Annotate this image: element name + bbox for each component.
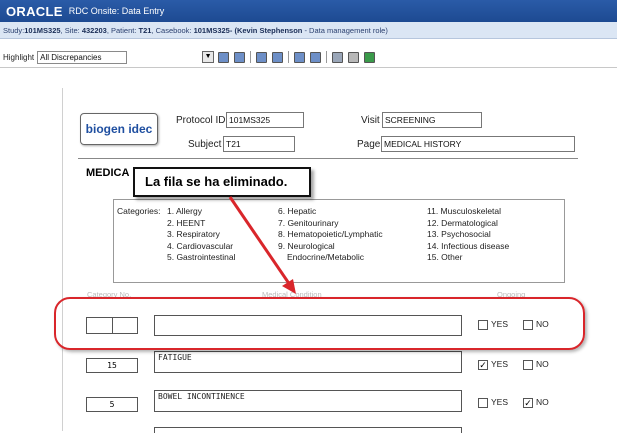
category-item: 12. Dermatological bbox=[427, 217, 498, 228]
category-item: 4. Cardiovascular bbox=[167, 240, 234, 251]
toolbar-separator bbox=[288, 51, 290, 63]
dropdown-arrow-icon[interactable]: ▼ bbox=[202, 51, 215, 63]
yes-label: YES bbox=[491, 359, 509, 369]
print-icon[interactable] bbox=[348, 51, 360, 63]
category-item: 11. Musculoskeletal bbox=[427, 206, 502, 216]
category-item: 15. Other bbox=[427, 252, 463, 263]
category-number-field[interactable]: 5 bbox=[86, 397, 138, 412]
validate-icon[interactable] bbox=[294, 51, 306, 63]
study-info-part: Study: bbox=[3, 26, 25, 35]
protocol-field[interactable]: 101MS325 bbox=[226, 112, 304, 128]
study-info-part: , Site: bbox=[60, 26, 82, 35]
verify-icon[interactable] bbox=[310, 51, 322, 63]
study-info-part: , Casebook: bbox=[151, 26, 194, 35]
subject-label: Subject bbox=[188, 139, 222, 150]
medical-condition-field[interactable]: BOWEL INCONTINENCE bbox=[154, 390, 462, 412]
edit-icon[interactable] bbox=[256, 51, 268, 63]
study-info-part: 101MS325 bbox=[24, 26, 61, 35]
highlight-label: Highlight bbox=[3, 52, 35, 62]
discrepancy-list-icon[interactable] bbox=[234, 51, 246, 63]
yes-label: YES bbox=[491, 397, 509, 407]
medical-condition-field[interactable] bbox=[154, 427, 462, 433]
no-checkbox[interactable] bbox=[523, 360, 533, 370]
visit-field[interactable]: SCREENING bbox=[382, 112, 482, 128]
visit-label: Visit bbox=[361, 115, 380, 126]
protocol-label: Protocol ID bbox=[176, 115, 226, 126]
study-info-part: (Kevin Stephenson bbox=[232, 26, 303, 35]
categories-label: Categories: bbox=[117, 206, 161, 216]
highlight-select[interactable]: All Discrepancies bbox=[37, 50, 128, 64]
category-item: 8. Hematopoietic/Lymphatic bbox=[278, 229, 383, 240]
save-icon[interactable] bbox=[364, 51, 376, 63]
category-item: 7. Genitourinary bbox=[278, 217, 339, 228]
callout-box: La fila se ha eliminado. bbox=[133, 167, 311, 197]
yes-checkbox[interactable] bbox=[478, 398, 488, 408]
no-checkbox[interactable]: ✓ bbox=[523, 398, 533, 408]
oracle-logo: ORACLE bbox=[6, 3, 63, 19]
section-title: MEDICA bbox=[86, 167, 130, 179]
toolbar-icons bbox=[218, 51, 380, 63]
category-item: 14. Infectious disease bbox=[427, 240, 510, 251]
toolbar-divider bbox=[0, 67, 617, 68]
no-label: NO bbox=[536, 397, 549, 407]
page-field[interactable]: MEDICAL HISTORY bbox=[381, 136, 575, 152]
study-info-part: - Data management role) bbox=[302, 26, 388, 35]
delete-icon[interactable] bbox=[332, 51, 344, 63]
study-info-part: T21 bbox=[138, 26, 152, 35]
form-divider bbox=[78, 158, 578, 159]
category-item: 6. Hepatic bbox=[278, 206, 317, 216]
toolbar-separator bbox=[326, 51, 328, 63]
study-info-bar: Study:101MS325, Site: 432203, Patient: T… bbox=[0, 22, 617, 39]
no-label: NO bbox=[536, 359, 549, 369]
category-item: Endocrine/Metabolic bbox=[287, 252, 365, 263]
category-number-field[interactable]: 15 bbox=[86, 358, 138, 373]
app-title: RDC Onsite: Data Entry bbox=[68, 6, 165, 16]
study-info-part: , Patient: bbox=[106, 26, 139, 35]
sponsor-logo: biogen idec bbox=[80, 113, 158, 145]
toolbar-separator bbox=[250, 51, 252, 63]
category-item: 1. Allergy bbox=[167, 206, 202, 216]
subject-field[interactable]: T21 bbox=[223, 136, 295, 152]
yes-checkbox[interactable]: ✓ bbox=[478, 360, 488, 370]
toolbar: Highlight All Discrepancies ▼ bbox=[0, 48, 617, 66]
category-item: 5. Gastrointestinal bbox=[167, 252, 236, 263]
page-label: Page bbox=[357, 139, 381, 150]
medical-condition-field[interactable]: FATIGUE bbox=[154, 351, 462, 373]
category-item: 13. Psychosocial bbox=[427, 229, 491, 240]
title-bar: ORACLE RDC Onsite: Data Entry bbox=[0, 0, 617, 22]
deleted-row-highlight bbox=[54, 297, 585, 350]
category-item: 2. HEENT bbox=[167, 217, 206, 228]
category-item: 3. Respiratory bbox=[167, 229, 220, 240]
study-info-part: 101MS325- bbox=[193, 26, 233, 35]
category-item: 9. Neurological bbox=[278, 240, 335, 251]
study-info-part: 432203 bbox=[81, 26, 107, 35]
audit-icon[interactable] bbox=[272, 51, 284, 63]
discrepancy-icon[interactable] bbox=[218, 51, 230, 63]
